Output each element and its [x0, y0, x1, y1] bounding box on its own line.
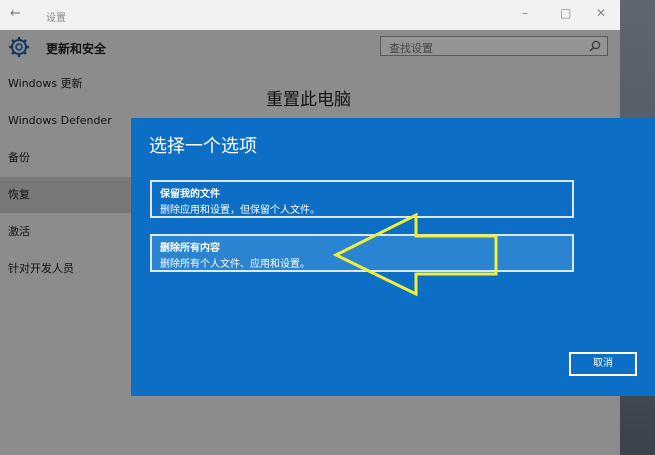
remove-everything-option[interactable]: 删除所有内容 删除所有个人文件、应用和设置。 — [150, 234, 574, 272]
dialog-title: 选择一个选项 — [149, 136, 257, 157]
cancel-button[interactable]: 取消 — [569, 352, 637, 376]
option-description: 删除应用和设置，但保留个人文件。 — [160, 205, 320, 216]
close-button[interactable]: ✕ — [596, 6, 606, 20]
option-title: 保留我的文件 — [160, 189, 220, 200]
reset-options-dialog: 选择一个选项 保留我的文件 删除应用和设置，但保留个人文件。 删除所有内容 删除… — [131, 118, 655, 396]
title-bar: ← 设置 – □ ✕ — [0, 0, 620, 30]
window-title: 设置 — [46, 13, 66, 24]
keep-my-files-option[interactable]: 保留我的文件 删除应用和设置，但保留个人文件。 — [150, 180, 574, 218]
maximize-button[interactable]: □ — [560, 6, 571, 20]
back-button[interactable]: ← — [10, 6, 21, 21]
option-description: 删除所有个人文件、应用和设置。 — [160, 259, 310, 270]
option-title: 删除所有内容 — [160, 243, 220, 254]
minimize-button[interactable]: – — [522, 6, 528, 20]
